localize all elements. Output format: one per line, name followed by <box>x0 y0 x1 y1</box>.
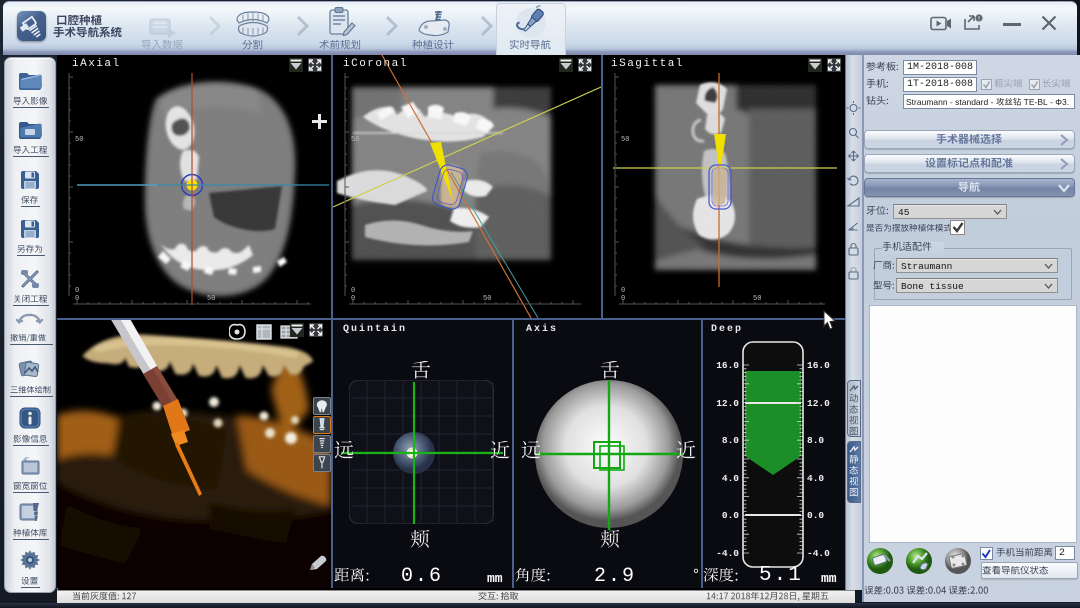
svg-text:4.0: 4.0 <box>807 473 824 484</box>
svg-text:0.0: 0.0 <box>722 510 739 521</box>
svg-text:8.0: 8.0 <box>722 435 739 446</box>
svg-text:0.0: 0.0 <box>807 510 824 521</box>
svg-text:!: ! <box>978 15 980 22</box>
svg-text:4.0: 4.0 <box>722 473 739 484</box>
svg-text:16.0: 16.0 <box>716 360 739 371</box>
svg-text:12.0: 12.0 <box>716 398 739 409</box>
svg-text:-4.0: -4.0 <box>716 548 739 559</box>
svg-text:16.0: 16.0 <box>807 360 830 371</box>
svg-text:-4.0: -4.0 <box>807 548 830 559</box>
svg-text:12.0: 12.0 <box>807 398 830 409</box>
svg-text:8.0: 8.0 <box>807 435 824 446</box>
